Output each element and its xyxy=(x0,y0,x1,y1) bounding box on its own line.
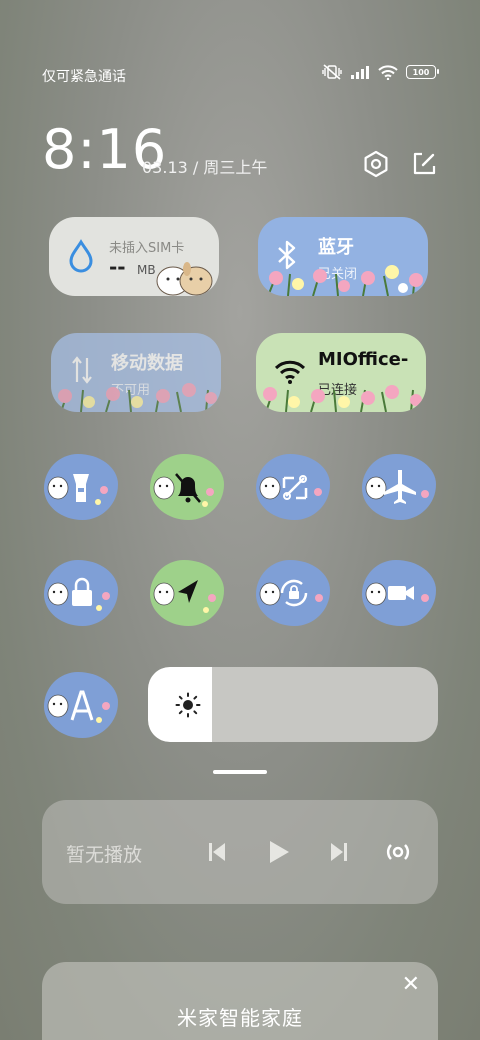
previous-icon[interactable] xyxy=(206,840,228,864)
rotation-lock-icon xyxy=(280,579,323,607)
battery-icon: 100 xyxy=(406,65,439,79)
font-a-icon xyxy=(70,690,110,723)
bluetooth-tile[interactable]: 蓝牙 已关闭 xyxy=(258,217,428,296)
airplane-toggle[interactable] xyxy=(362,454,436,520)
wifi-status-icon xyxy=(378,64,398,80)
mobile-data-tile[interactable]: 移动数据 不可用 xyxy=(51,333,221,412)
date-text[interactable]: 03.13 / 周三上午 xyxy=(142,154,267,178)
flower-decoration xyxy=(267,265,423,296)
sim-label: 未插入SIM卡 xyxy=(109,241,185,256)
silent-toggle[interactable] xyxy=(150,454,224,520)
screenshot-icon xyxy=(282,475,322,500)
drop-icon xyxy=(65,239,97,277)
smart-home-card[interactable]: ✕ 米家智能家庭 xyxy=(42,962,438,1040)
media-status: 暂无播放 xyxy=(66,844,143,866)
status-bar: 仅可紧急通话 100 xyxy=(0,62,480,90)
sim-tile[interactable]: 未插入SIM卡 -- MB xyxy=(49,217,219,296)
edit-icon[interactable] xyxy=(410,150,438,178)
sun-icon xyxy=(175,692,201,722)
location-icon xyxy=(178,580,216,613)
video-icon xyxy=(388,586,429,602)
settings-icon[interactable] xyxy=(362,150,390,178)
mute-vibrate-icon xyxy=(322,64,342,80)
wifi-tile[interactable]: MIOffice- 已连接 xyxy=(256,333,426,412)
clock-row: 8:16 03.13 / 周三上午 xyxy=(42,118,442,182)
flower-decoration xyxy=(58,383,217,412)
puppy-sticker xyxy=(153,259,217,296)
lock-icon xyxy=(72,577,110,611)
location-toggle[interactable] xyxy=(150,560,224,626)
status-icons: 100 xyxy=(322,64,439,80)
lock-screen-toggle[interactable] xyxy=(44,560,118,626)
drag-handle[interactable] xyxy=(213,770,267,774)
media-player: 暂无播放 xyxy=(42,800,438,904)
flashlight-toggle[interactable] xyxy=(44,454,118,520)
sim-data-value: -- xyxy=(109,255,126,279)
next-icon[interactable] xyxy=(328,840,350,864)
screenshot-toggle[interactable] xyxy=(256,454,330,520)
close-icon[interactable]: ✕ xyxy=(402,972,420,997)
wifi-network-name: MIOffice- xyxy=(318,349,409,370)
airplane-icon xyxy=(384,470,429,504)
flower-decoration xyxy=(263,385,422,412)
battery-level: 100 xyxy=(412,67,430,77)
signal-icon xyxy=(350,65,370,79)
reading-mode-toggle[interactable] xyxy=(44,672,118,738)
rotation-lock-toggle[interactable] xyxy=(256,560,330,626)
screen-record-toggle[interactable] xyxy=(362,560,436,626)
flashlight-icon xyxy=(73,474,108,505)
cast-icon[interactable] xyxy=(384,838,412,866)
play-icon[interactable] xyxy=(266,838,292,866)
carrier-text: 仅可紧急通话 xyxy=(42,69,126,85)
smart-home-title: 米家智能家庭 xyxy=(177,1006,303,1030)
brightness-slider[interactable] xyxy=(148,667,438,742)
bell-off-icon xyxy=(175,473,214,507)
